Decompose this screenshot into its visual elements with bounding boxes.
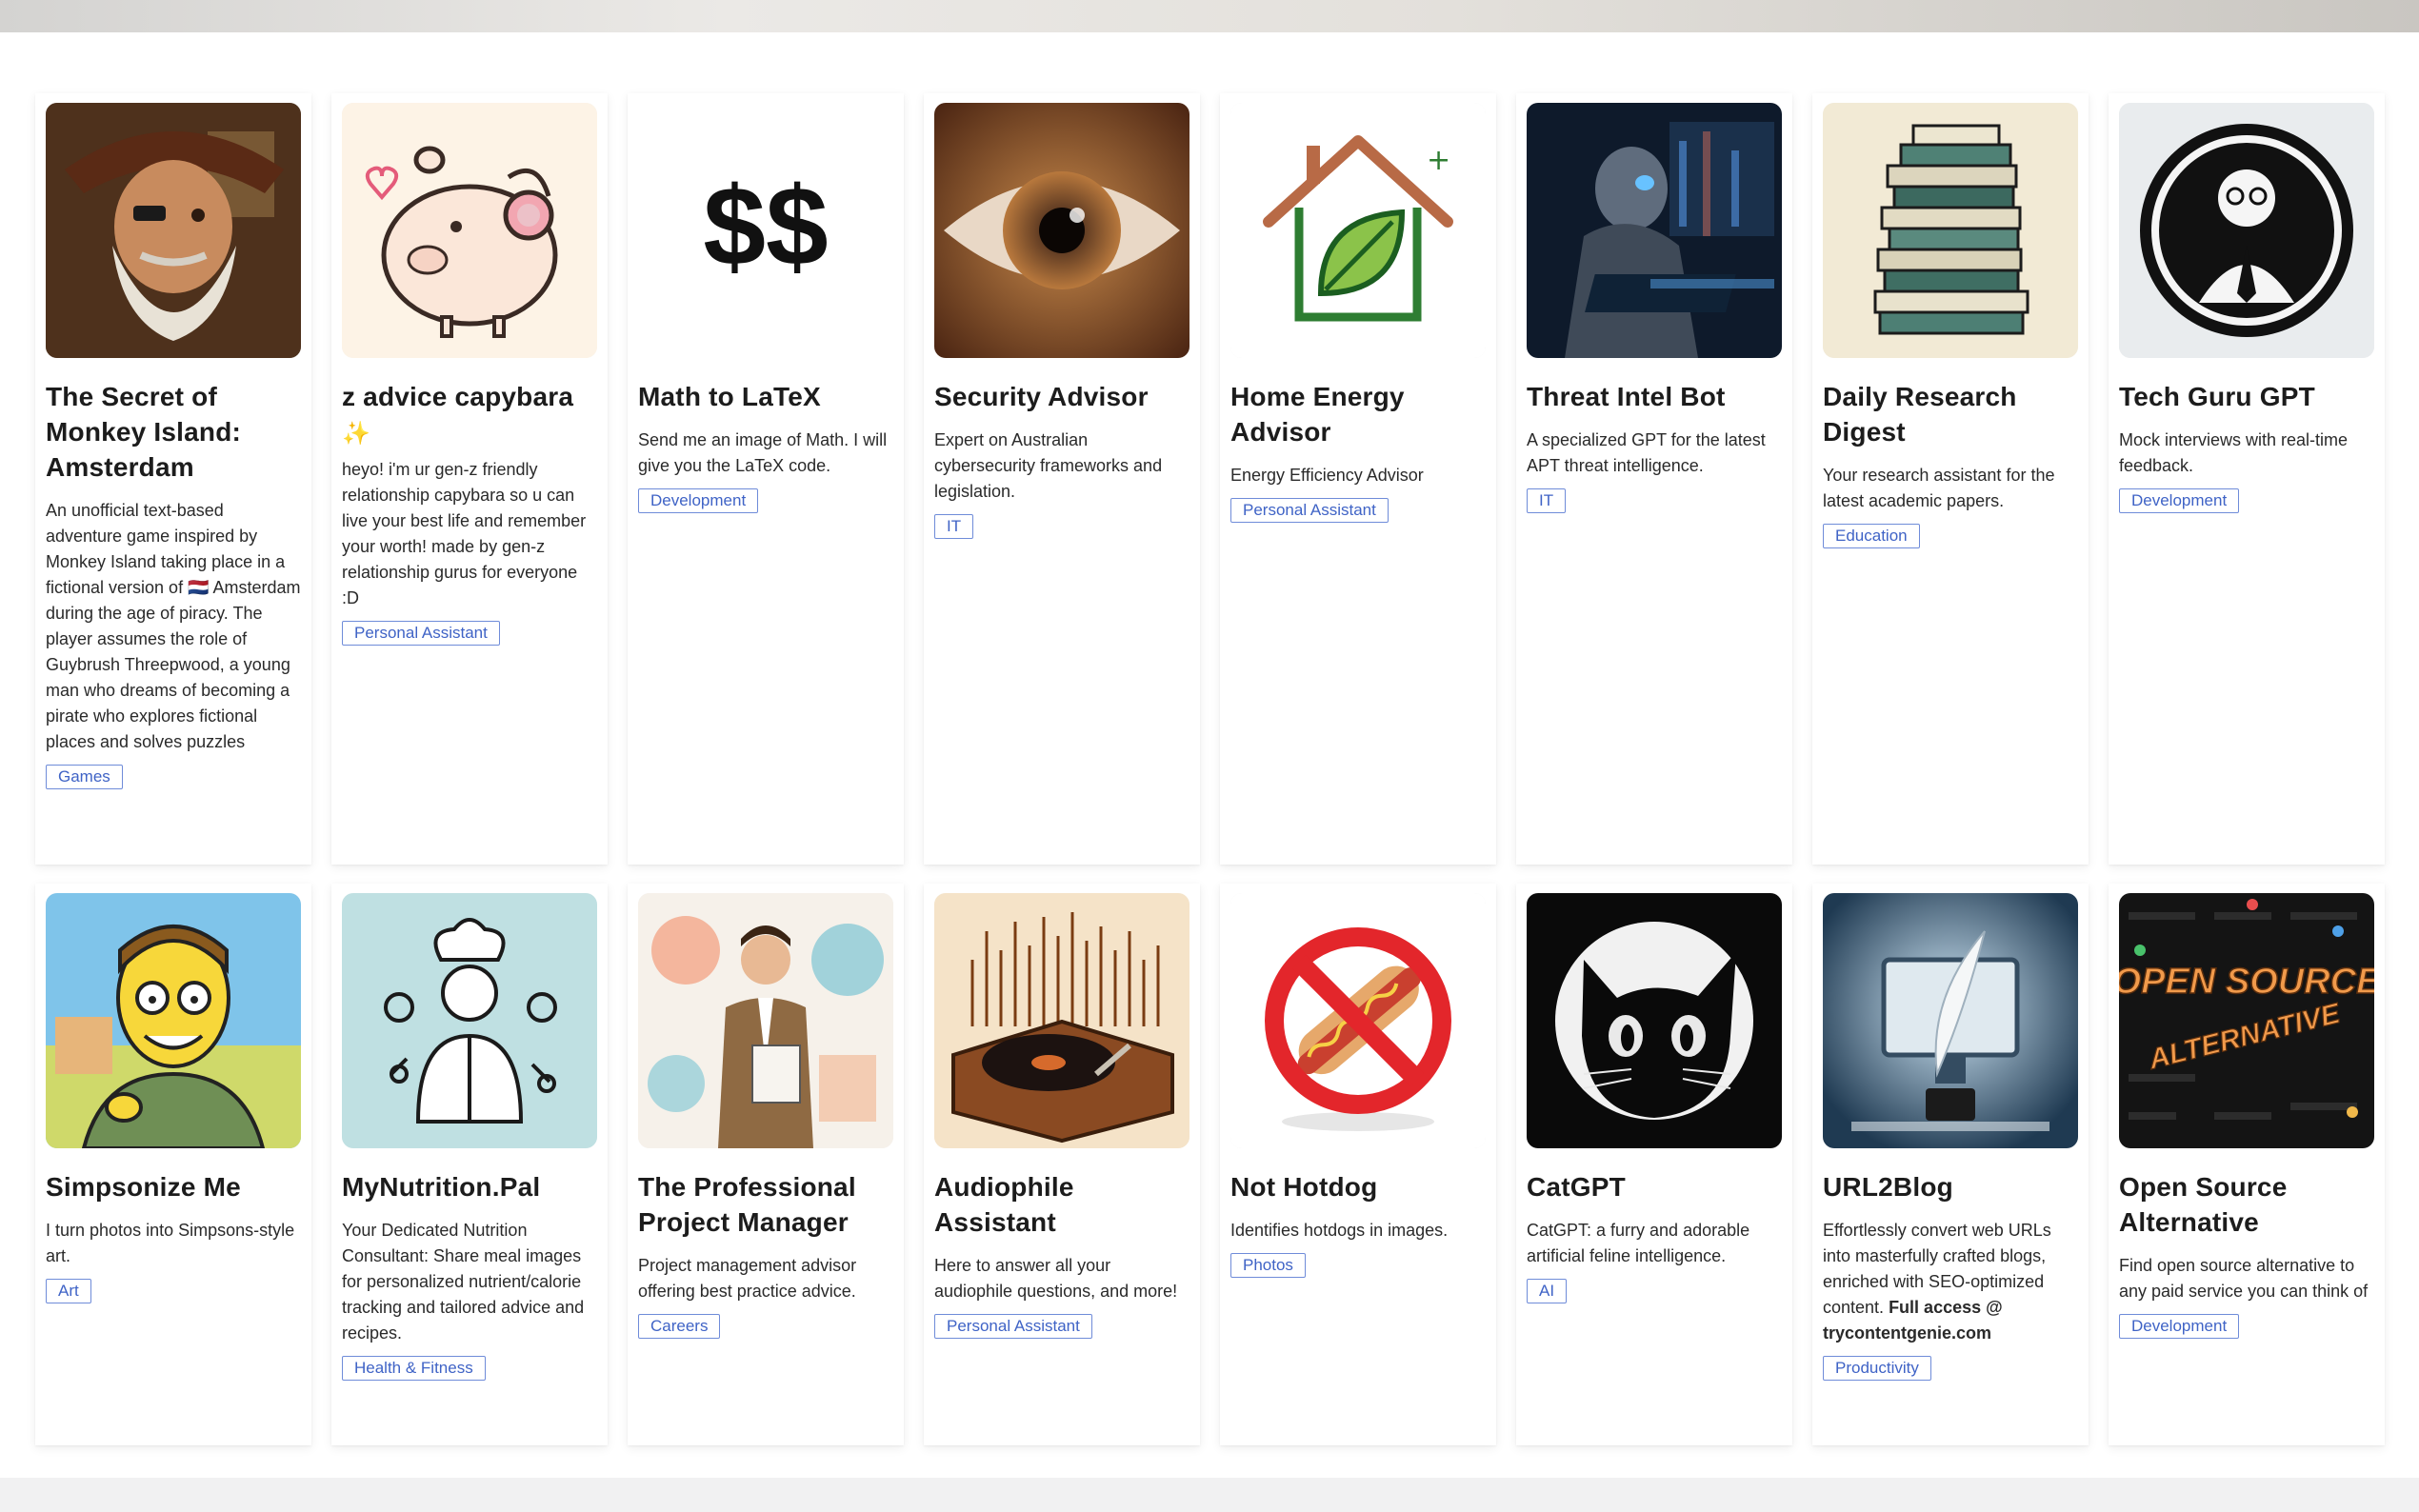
card-title: CatGPT bbox=[1527, 1172, 1626, 1202]
no-hotdog-icon bbox=[1230, 893, 1486, 1148]
card-title: Daily Research Digest bbox=[1823, 382, 2017, 447]
gpt-card-audiophile-assistant[interactable]: Audiophile Assistant Here to answer all … bbox=[924, 884, 1200, 1445]
robot-hacker-icon bbox=[1527, 103, 1782, 358]
card-description: Your Dedicated Nutrition Consultant: Sha… bbox=[342, 1221, 585, 1343]
capybara-headphones-icon bbox=[342, 103, 597, 358]
gpt-card-threat-intel-bot[interactable]: Threat Intel Bot A specialized GPT for t… bbox=[1516, 93, 1792, 865]
category-tag[interactable]: Education bbox=[1823, 524, 1920, 548]
category-tag[interactable]: Personal Assistant bbox=[934, 1314, 1092, 1339]
card-title: MyNutrition.Pal bbox=[342, 1172, 541, 1202]
card-description: heyo! i'm ur gen-z friendly relationship… bbox=[342, 460, 587, 607]
card-description: Expert on Australian cybersecurity frame… bbox=[934, 430, 1163, 501]
gpt-card-math-to-latex[interactable]: $$ Math to LaTeX Send me an image of Mat… bbox=[628, 93, 904, 865]
card-description: Mock interviews with real-time feedback. bbox=[2119, 430, 2349, 475]
card-title: Simpsonize Me bbox=[46, 1172, 241, 1202]
gpt-card-z-advice-capybara[interactable]: z advice capybara ✨ heyo! i'm ur gen-z fr… bbox=[331, 93, 608, 865]
card-description: Find open source alternative to any paid… bbox=[2119, 1256, 2369, 1301]
quill-monitor-icon bbox=[1823, 893, 2078, 1148]
svg-text:+: + bbox=[1427, 144, 1450, 177]
card-description: Project management advisor offering best… bbox=[638, 1256, 857, 1301]
gpt-card-tech-guru-gpt[interactable]: Tech Guru GPT Mock interviews with real-… bbox=[2109, 93, 2385, 865]
card-title: Open Source Alternative bbox=[2119, 1172, 2288, 1237]
gpt-card-daily-research-digest[interactable]: Daily Research Digest Your research assi… bbox=[1812, 93, 2089, 865]
card-title: Home Energy Advisor bbox=[1230, 382, 1405, 447]
pirate-portrait-icon bbox=[46, 103, 301, 358]
category-tag[interactable]: IT bbox=[1527, 488, 1567, 513]
category-tag[interactable]: Development bbox=[2119, 1314, 2240, 1339]
book-stack-icon bbox=[1823, 103, 2078, 358]
house-leaf-icon: + bbox=[1230, 103, 1486, 358]
category-tag[interactable]: Personal Assistant bbox=[1230, 498, 1389, 523]
category-tag[interactable]: Development bbox=[2119, 488, 2240, 513]
category-tag[interactable]: Development bbox=[638, 488, 759, 513]
card-title: Security Advisor bbox=[934, 382, 1149, 411]
card-description: Here to answer all your audiophile quest… bbox=[934, 1256, 1178, 1301]
gpt-card-professional-project-manager[interactable]: The Professional Project Manager Project… bbox=[628, 884, 904, 1445]
gpt-card-monkey-island[interactable]: The Secret of Monkey Island: Amsterdam A… bbox=[35, 93, 311, 865]
window-top-bar bbox=[0, 0, 2419, 32]
card-description: Identifies hotdogs in images. bbox=[1230, 1221, 1449, 1240]
gpt-card-not-hotdog[interactable]: Not Hotdog Identifies hotdogs in images.… bbox=[1220, 884, 1496, 1445]
gpt-card-mynutrition-pal[interactable]: MyNutrition.Pal Your Dedicated Nutrition… bbox=[331, 884, 608, 1445]
gpt-card-grid: The Secret of Monkey Island: Amsterdam A… bbox=[35, 93, 2385, 1445]
card-title: Math to LaTeX bbox=[638, 382, 821, 411]
gpt-card-catgpt[interactable]: CatGPT CatGPT: a furry and adorable arti… bbox=[1516, 884, 1792, 1445]
category-tag[interactable]: Photos bbox=[1230, 1253, 1306, 1278]
category-tag[interactable]: AI bbox=[1527, 1279, 1568, 1303]
gpt-card-url2blog[interactable]: URL2Blog Effortlessly convert web URLs i… bbox=[1812, 884, 2089, 1445]
card-description: Your research assistant for the latest a… bbox=[1823, 466, 2055, 510]
category-tag[interactable]: Art bbox=[46, 1279, 91, 1303]
card-description: Effortlessly convert web URLs into maste… bbox=[1823, 1221, 2051, 1343]
category-tag[interactable]: Games bbox=[46, 765, 123, 789]
window-bottom-bar bbox=[0, 1478, 2419, 1512]
simpsons-character-icon bbox=[46, 893, 301, 1148]
card-description: A specialized GPT for the latest APT thr… bbox=[1527, 430, 1766, 475]
card-title: z advice capybara ✨ bbox=[342, 382, 574, 447]
card-title: Not Hotdog bbox=[1230, 1172, 1378, 1202]
business-man-icon bbox=[638, 893, 893, 1148]
card-title: The Professional Project Manager bbox=[638, 1172, 856, 1237]
gpt-card-security-advisor[interactable]: Security Advisor Expert on Australian cy… bbox=[924, 93, 1200, 865]
card-description: Energy Efficiency Advisor bbox=[1230, 466, 1424, 485]
gpt-card-home-energy-advisor[interactable]: + Home Energy Advisor Energy Efficiency … bbox=[1220, 93, 1496, 865]
card-title: The Secret of Monkey Island: Amsterdam bbox=[46, 382, 242, 482]
svg-text:$$: $$ bbox=[703, 164, 828, 289]
card-description: An unofficial text-based adventure game … bbox=[46, 501, 301, 751]
open-source-alternative-icon: OPEN SOURCE ALTERNATIVE bbox=[2119, 893, 2374, 1148]
category-tag[interactable]: Careers bbox=[638, 1314, 721, 1339]
turntable-icon bbox=[934, 893, 1190, 1148]
card-description: CatGPT: a furry and adorable artificial … bbox=[1527, 1221, 1750, 1265]
category-tag[interactable]: Health & Fitness bbox=[342, 1356, 486, 1381]
card-title: Audiophile Assistant bbox=[934, 1172, 1074, 1237]
category-tag[interactable]: IT bbox=[934, 514, 974, 539]
category-tag[interactable]: Productivity bbox=[1823, 1356, 1931, 1381]
card-description: Send me an image of Math. I will give yo… bbox=[638, 430, 888, 475]
gpt-card-open-source-alternative[interactable]: OPEN SOURCE ALTERNATIVE Open Source Alte… bbox=[2109, 884, 2385, 1445]
card-title: URL2Blog bbox=[1823, 1172, 1953, 1202]
chef-science-icon bbox=[342, 893, 597, 1148]
card-description: I turn photos into Simpsons-style art. bbox=[46, 1221, 295, 1265]
tech-guru-badge-icon bbox=[2119, 103, 2374, 358]
eye-closeup-icon bbox=[934, 103, 1190, 358]
sparkle-icon: ✨ bbox=[342, 421, 371, 447]
svg-text:OPEN SOURCE: OPEN SOURCE bbox=[2119, 962, 2374, 1002]
category-tag[interactable]: Personal Assistant bbox=[342, 621, 500, 646]
black-cat-icon bbox=[1527, 893, 1782, 1148]
gpt-card-simpsonize-me[interactable]: Simpsonize Me I turn photos into Simpson… bbox=[35, 884, 311, 1445]
card-title: Threat Intel Bot bbox=[1527, 382, 1726, 411]
card-title: Tech Guru GPT bbox=[2119, 382, 2315, 411]
double-dollar-icon: $$ bbox=[638, 103, 893, 358]
